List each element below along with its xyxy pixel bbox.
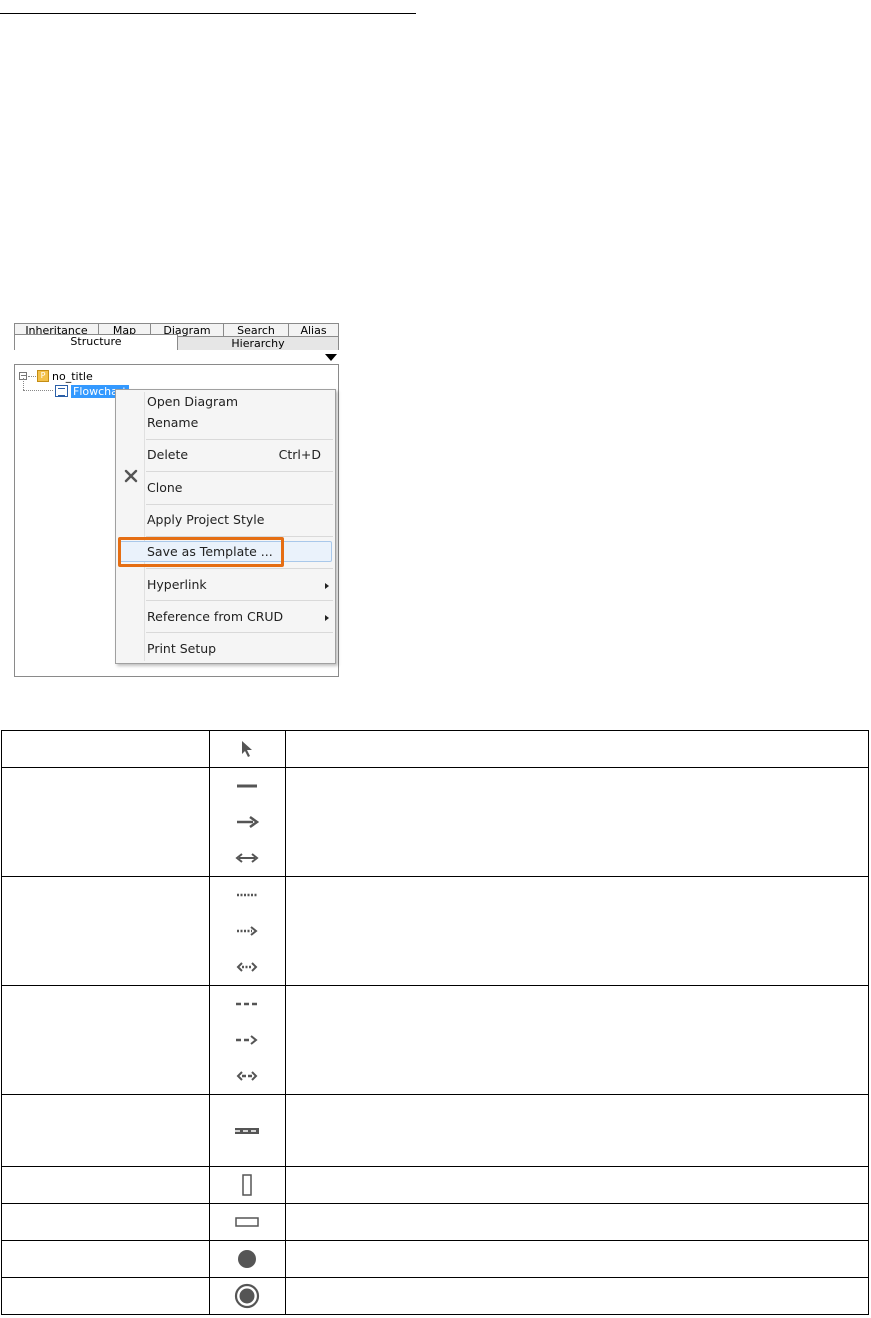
tab-row-front: Structure Hierarchy [14,334,339,350]
table-cell-name [1,1094,210,1167]
submenu-arrow-icon [325,583,329,589]
table-cell-name [1,767,210,877]
double-dashed-line-icon [235,1127,260,1134]
table-row [1,876,869,986]
select-arrow-icon [242,741,253,757]
dotted-line-icon [237,893,258,897]
menu-item-hyperlink[interactable]: Hyperlink [147,575,207,595]
table-cell-description [285,1203,869,1241]
table-row [1,1166,869,1204]
top-rule [0,13,416,14]
menu-item-print-setup[interactable]: Print Setup [147,639,216,659]
table-cell-description [285,985,869,1095]
solid-arrow-icon [237,815,260,829]
menu-item-open-diagram[interactable]: Open Diagram [147,392,238,412]
table-row [1,985,869,1095]
dropdown-arrow-icon[interactable] [325,354,337,361]
filled-circle-icon [238,1250,257,1268]
flowchart-icon [55,385,68,397]
table-cell-description [285,1240,869,1278]
menu-item-clone[interactable]: Clone [147,478,182,498]
table-row [1,1240,869,1278]
table-row [1,1203,869,1241]
table-row [1,1277,869,1315]
dashed-line-icon [236,1002,259,1006]
tab-search[interactable]: Search [223,323,289,337]
menu-item-apply-project-style[interactable]: Apply Project Style [147,510,264,530]
submenu-arrow-icon [325,615,329,621]
table-cell-description [285,767,869,877]
solid-line-icon [237,784,258,788]
dashed-double-arrow-icon [237,1071,258,1081]
delete-shortcut: Ctrl+D [278,447,321,462]
table-row [1,730,869,768]
table-cell-icon [208,1203,287,1241]
table-cell-icon [208,876,287,986]
tab-structure[interactable]: Structure [14,334,178,350]
project-icon: P [37,370,49,382]
table-cell-name [1,1166,210,1204]
dotted-arrow-icon [237,926,259,936]
dotted-double-arrow-icon [237,962,258,972]
table-cell-name [1,985,210,1095]
tree-item-label: no_title [52,369,93,383]
table-cell-icon [208,1166,287,1204]
table-cell-description [285,1166,869,1204]
table-cell-icon [208,730,287,768]
table-cell-icon [208,1277,287,1315]
table-cell-name [1,730,210,768]
save-as-template-callout [118,537,284,567]
horizontal-rectangle-icon [235,1217,260,1227]
delete-icon [124,469,138,483]
table-cell-description [285,1094,869,1167]
table-cell-name [1,876,210,986]
menu-item-delete[interactable]: Delete [147,445,188,465]
table-cell-icon [208,767,287,877]
solid-double-arrow-icon [235,853,260,863]
table-cell-description [285,730,869,768]
table-row [1,1094,869,1167]
table-cell-icon [208,985,287,1095]
table-cell-description [285,876,869,986]
tab-alias[interactable]: Alias [288,323,339,337]
table-cell-name [1,1203,210,1241]
table-cell-icon [208,1094,287,1167]
table-row [1,767,869,877]
dashed-arrow-icon [236,1035,259,1045]
table-cell-description [285,1277,869,1315]
table-cell-icon [208,1240,287,1278]
menu-item-reference-from-crud[interactable]: Reference from CRUD [147,607,283,627]
vertical-rectangle-icon [242,1174,253,1196]
table-cell-name [1,1277,210,1315]
table-cell-name [1,1240,210,1278]
tab-hierarchy[interactable]: Hierarchy [177,336,339,350]
ringed-circle-icon [235,1283,260,1309]
context-menu: Open Diagram Rename Delete Ctrl+D Clone … [115,389,336,664]
structure-tree-panel: Inheritance Map Diagram Search Alias Str… [12,320,339,677]
menu-item-rename[interactable]: Rename [147,413,198,433]
tree-item-root[interactable]: − P no_title [19,369,93,383]
tool-table [1,730,869,1315]
